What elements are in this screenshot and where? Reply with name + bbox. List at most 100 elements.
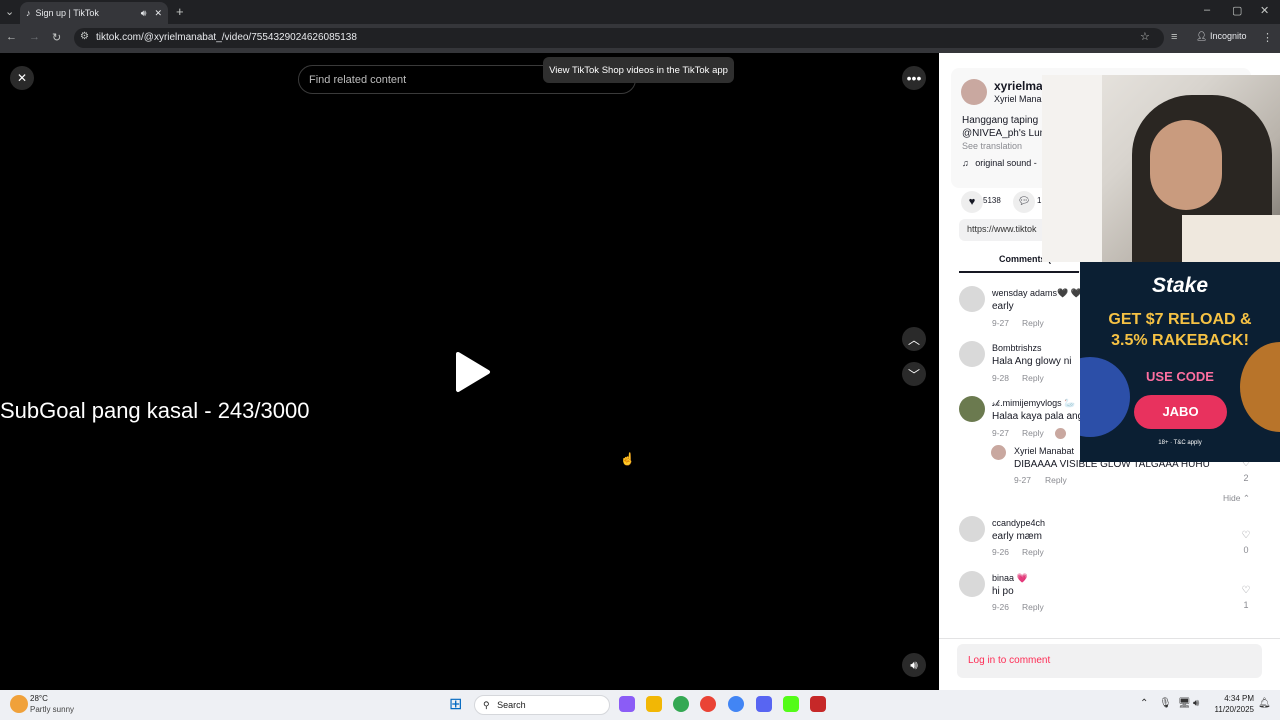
stake-ad-overlay: Stake GET $7 RELOAD & 3.5% RAKEBACK! USE… bbox=[1080, 262, 1280, 462]
comment-author[interactable]: ccandype4ch bbox=[992, 518, 1045, 528]
comment-text: Hala Ang glowy ni bbox=[992, 356, 1072, 367]
system-tray-chevron-icon[interactable]: ⌃ bbox=[1140, 698, 1148, 709]
incognito-indicator[interactable]: 👤︎ Incognito bbox=[1196, 31, 1246, 42]
reply-button[interactable]: Reply bbox=[1022, 428, 1044, 438]
reply-button[interactable]: Reply bbox=[1022, 547, 1044, 557]
webcam-overlay bbox=[1042, 75, 1280, 262]
play-icon bbox=[456, 352, 490, 392]
notification-bell-icon[interactable]: 🔔︎ bbox=[1258, 698, 1271, 709]
chrome-incognito-icon[interactable] bbox=[728, 696, 744, 712]
comment-date: 9-26 bbox=[992, 602, 1010, 612]
close-icon: ✕ bbox=[16, 71, 28, 85]
author-avatar[interactable] bbox=[961, 79, 987, 105]
reply-button[interactable]: Reply bbox=[1022, 318, 1044, 328]
tiktok-favicon-icon: ♪ bbox=[26, 8, 31, 18]
comment-author[interactable]: Bombtrishzs bbox=[992, 343, 1042, 353]
microphone-icon[interactable]: 🎙︎ bbox=[1159, 698, 1172, 709]
window-close-icon[interactable]: ✕ bbox=[1260, 4, 1269, 17]
shop-tooltip: View TikTok Shop videos in the TikTok ap… bbox=[543, 57, 734, 83]
reply-author[interactable]: Xyriel Manabat bbox=[1014, 446, 1074, 456]
minimize-icon[interactable]: – bbox=[1204, 4, 1210, 16]
chrome-profile-icon[interactable] bbox=[700, 696, 716, 712]
taskbar-search[interactable]: ⚲ Search bbox=[474, 695, 610, 715]
heart-outline-icon[interactable]: ♡ bbox=[1239, 530, 1253, 541]
previous-video-button[interactable]: ︿ bbox=[902, 327, 926, 351]
clock-time[interactable]: 4:34 PM bbox=[1208, 694, 1254, 703]
volume-icon: 🔊︎ bbox=[910, 657, 918, 672]
reply-button[interactable]: Reply bbox=[1022, 373, 1044, 383]
webcam-wall bbox=[1042, 75, 1102, 262]
back-icon[interactable]: ← bbox=[6, 31, 17, 43]
bookmark-star-icon[interactable]: ☆ bbox=[1140, 30, 1150, 43]
chrome-icon[interactable] bbox=[673, 696, 689, 712]
like-count: 5138 bbox=[983, 196, 1001, 205]
reply-button[interactable]: Reply bbox=[1022, 602, 1044, 612]
comment-button[interactable]: 💬︎ bbox=[1013, 191, 1035, 213]
weather-icon[interactable] bbox=[10, 695, 28, 713]
like-button[interactable]: ♥ bbox=[961, 191, 983, 213]
more-options-button[interactable]: ••• bbox=[902, 66, 926, 90]
network-icon[interactable]: 🖥︎ bbox=[1178, 698, 1191, 709]
copilot-icon[interactable] bbox=[619, 696, 635, 712]
commenter-avatar[interactable] bbox=[959, 396, 985, 422]
weather-temp[interactable]: 28°C bbox=[30, 694, 48, 703]
incognito-icon: 👤︎ bbox=[1196, 31, 1208, 41]
taskbar-search-label: Search bbox=[497, 700, 526, 710]
hide-label: Hide bbox=[1223, 493, 1241, 503]
ad-disclaimer: 18+ · T&C apply bbox=[1158, 440, 1202, 446]
play-button[interactable] bbox=[452, 350, 492, 394]
comment-date: 9-28 bbox=[992, 373, 1010, 383]
ad-code-button[interactable]: JABO bbox=[1134, 395, 1227, 429]
volume-button[interactable]: 🔊︎ bbox=[902, 653, 926, 677]
new-tab-icon[interactable]: + bbox=[176, 4, 184, 19]
login-to-comment-button[interactable]: Log in to comment bbox=[957, 644, 1262, 678]
comment-author[interactable]: binaa 💗 bbox=[992, 573, 1028, 584]
reply-button[interactable]: Reply bbox=[1045, 475, 1067, 485]
kick-icon[interactable] bbox=[783, 696, 799, 712]
site-info-icon[interactable]: ⚙ bbox=[80, 31, 89, 42]
windows-start-icon[interactable]: ⊞ bbox=[449, 697, 462, 713]
see-translation-link[interactable]: See translation bbox=[962, 141, 1022, 151]
clock-date[interactable]: 11/20/2025 bbox=[1208, 705, 1254, 714]
speaker-icon[interactable]: 🔊︎ bbox=[1193, 698, 1199, 709]
reply-like-count: 2 bbox=[1243, 473, 1249, 483]
commenter-avatar[interactable] bbox=[959, 516, 985, 542]
tab-close-icon[interactable]: ✕ bbox=[154, 8, 162, 19]
commenter-avatar[interactable] bbox=[959, 286, 985, 312]
next-video-button[interactable]: ﹀ bbox=[902, 362, 926, 386]
browser-tab[interactable]: ♪ Sign up | TikTok 🔊︎ ✕ bbox=[20, 2, 168, 24]
author-display-name: Xyriel Mana bbox=[994, 94, 1042, 104]
author-username[interactable]: xyrielma bbox=[994, 79, 1043, 93]
hide-replies-button[interactable]: Hide ⌃ bbox=[1223, 493, 1250, 504]
comment-text: hi po bbox=[992, 586, 1014, 597]
reply-author-avatar[interactable] bbox=[991, 445, 1006, 460]
app-icon[interactable] bbox=[810, 696, 826, 712]
tab-audio-icon[interactable]: 🔊︎ bbox=[141, 8, 147, 19]
browser-menu-icon[interactable]: ⋮ bbox=[1262, 31, 1273, 44]
comment-bubble-icon: 💬︎ bbox=[1017, 196, 1031, 207]
creator-liked-avatar bbox=[1055, 428, 1066, 439]
caption-line-2[interactable]: @NIVEA_ph's Lum bbox=[962, 128, 1048, 139]
comment-text: early bbox=[992, 301, 1014, 312]
weather-desc: Partly sunny bbox=[30, 705, 75, 714]
comment-author[interactable]: wensday adams🖤 🖤 bbox=[992, 288, 1082, 299]
close-video-button[interactable]: ✕ bbox=[10, 66, 34, 90]
heart-icon: ♥ bbox=[968, 196, 976, 208]
forward-icon[interactable]: → bbox=[29, 31, 40, 43]
maximize-icon[interactable]: ▢ bbox=[1232, 4, 1242, 17]
webcam-shirt bbox=[1182, 215, 1280, 262]
media-control-icon[interactable]: ≡ bbox=[1171, 31, 1177, 43]
tab-search-icon[interactable]: ⌄ bbox=[5, 5, 14, 18]
reload-icon[interactable]: ↻ bbox=[52, 31, 61, 44]
chevron-up-small-icon: ⌃ bbox=[1242, 493, 1250, 503]
commenter-avatar[interactable] bbox=[959, 341, 985, 367]
ad-code: JABO bbox=[1162, 404, 1199, 419]
discord-icon[interactable] bbox=[756, 696, 772, 712]
commenter-avatar[interactable] bbox=[959, 571, 985, 597]
sound-link[interactable]: ♫ original sound - bbox=[962, 158, 1037, 168]
address-bar[interactable]: ⚙ tiktok.com/@xyrielmanabat_/video/75543… bbox=[74, 28, 1164, 48]
heart-outline-icon[interactable]: ♡ bbox=[1239, 585, 1253, 596]
comment-author[interactable]: 𝓈𝓀.mimijemyvlogs 🦢 bbox=[992, 398, 1075, 409]
chevron-down-icon: ﹀ bbox=[907, 367, 920, 382]
file-explorer-icon[interactable] bbox=[646, 696, 662, 712]
